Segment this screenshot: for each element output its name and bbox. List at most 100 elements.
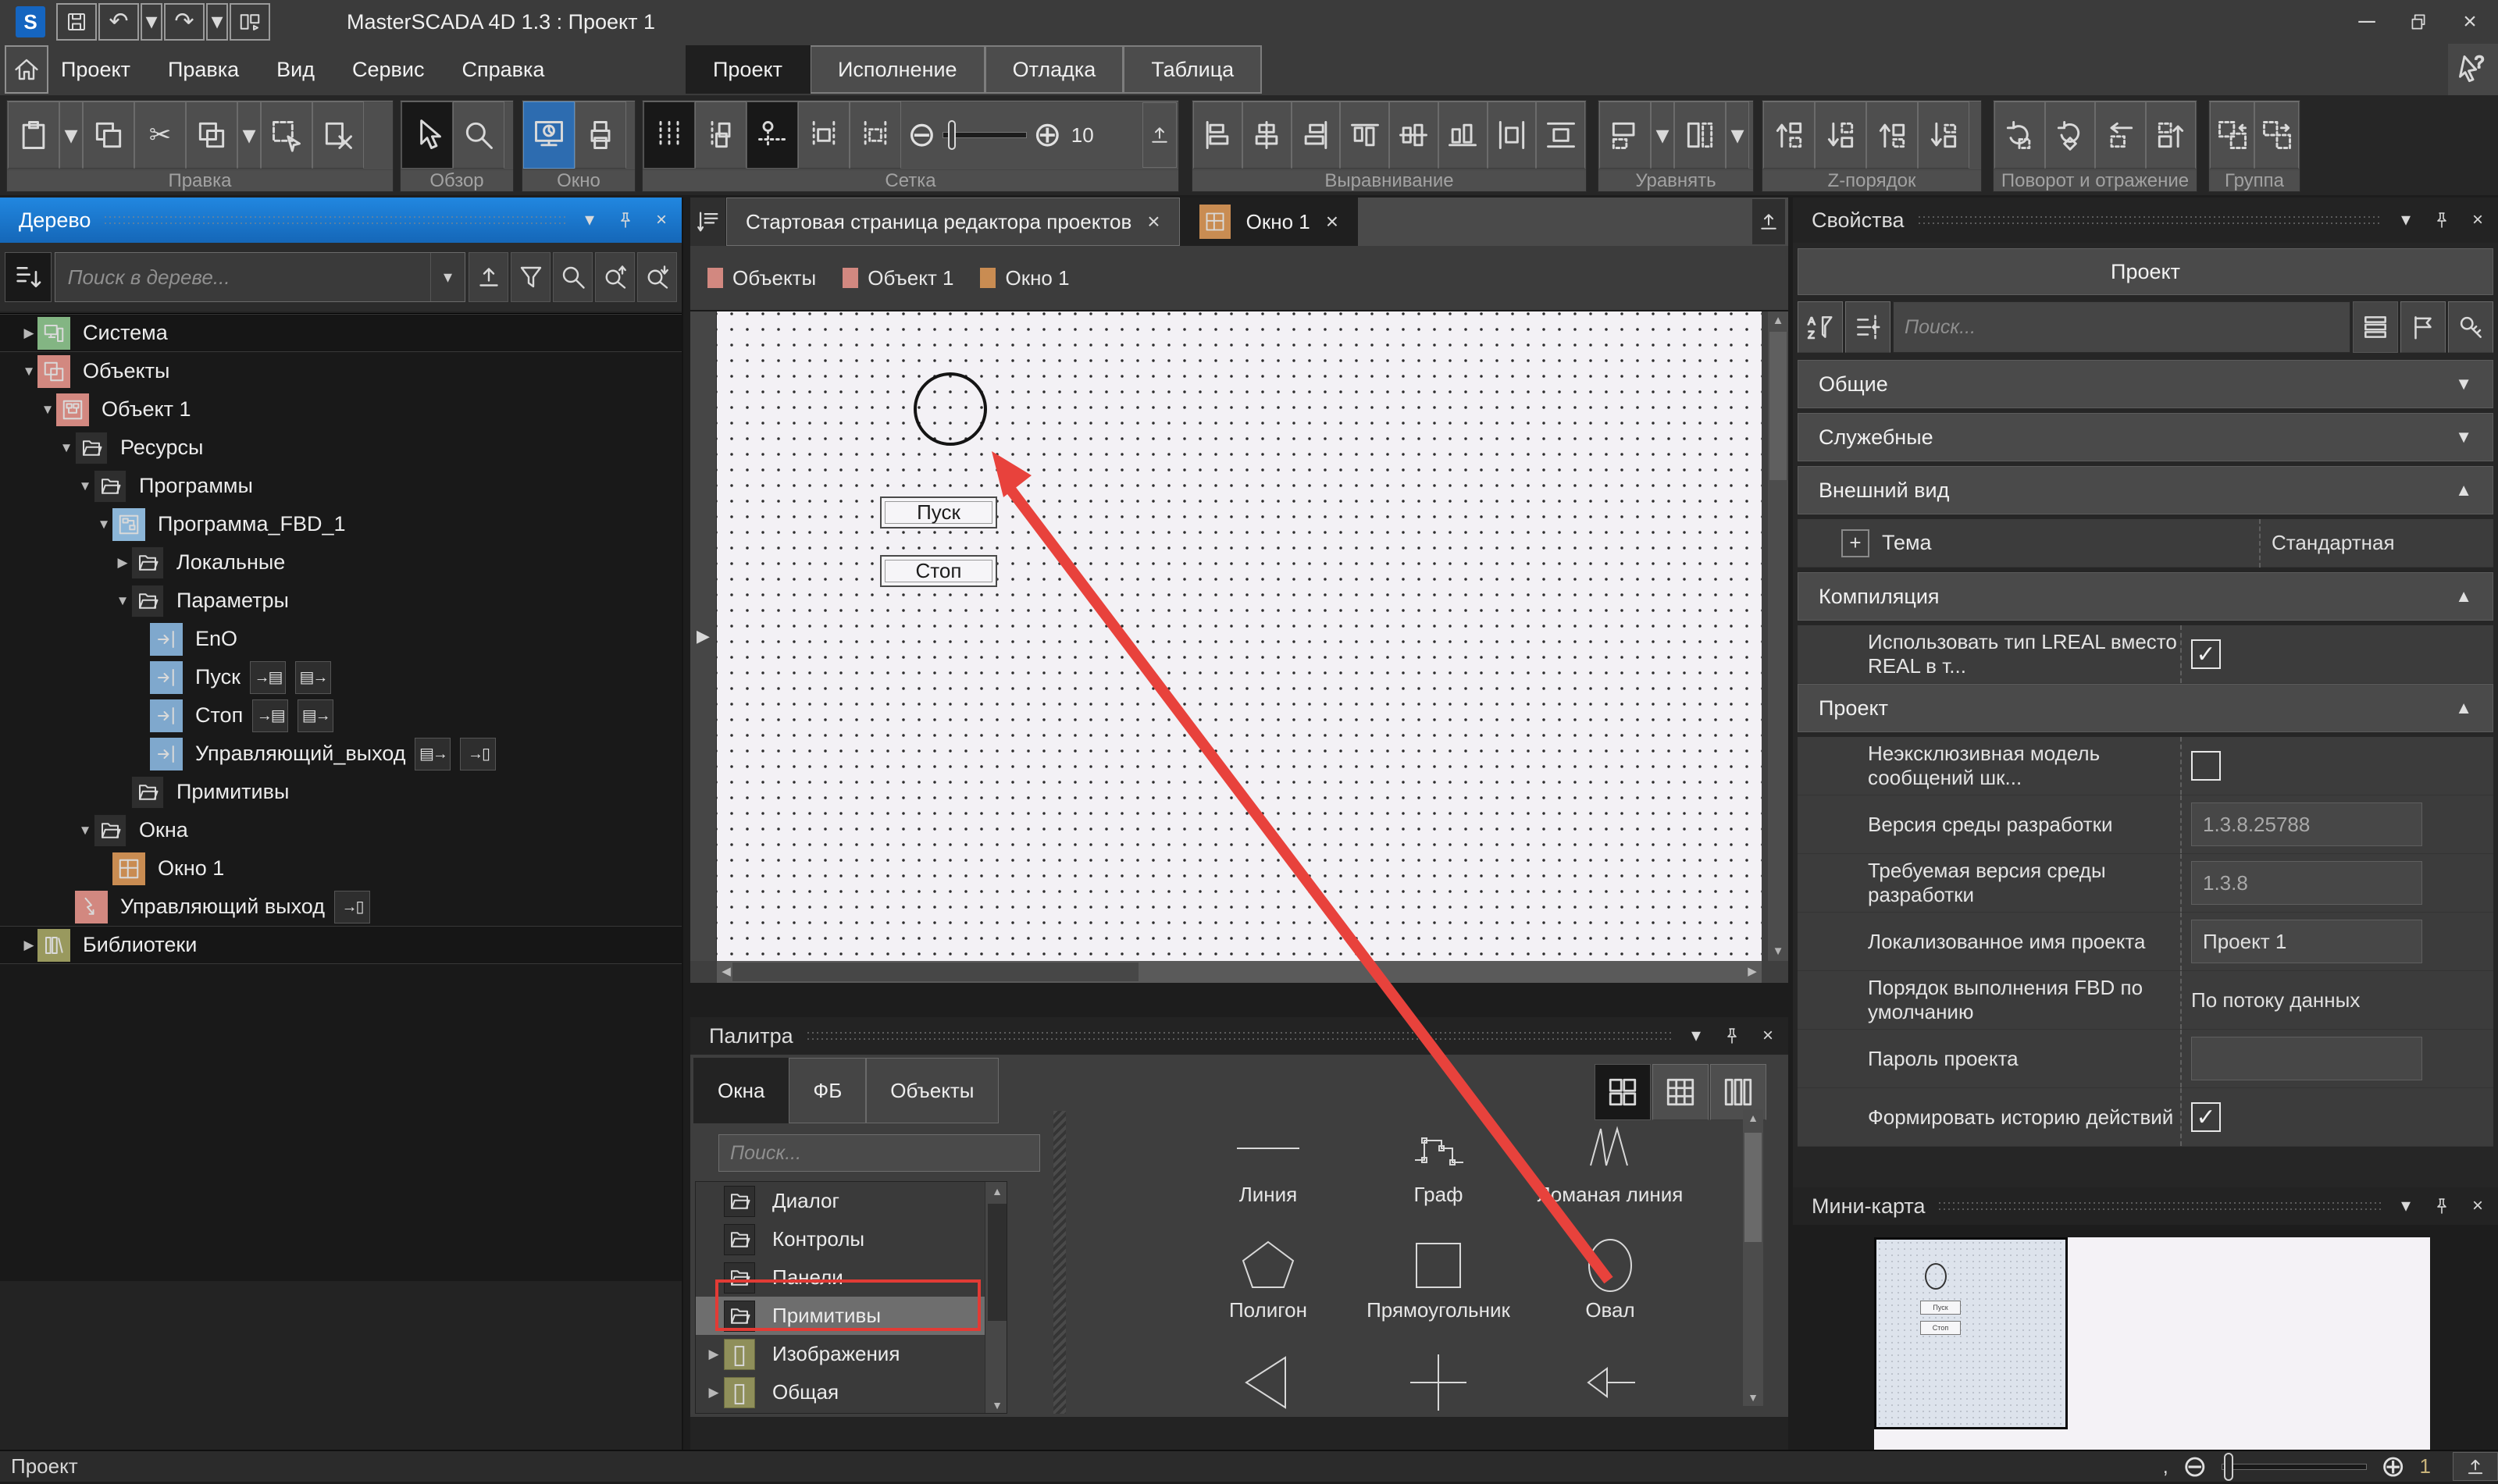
scroll-up-icon[interactable]: ▲: [1768, 311, 1788, 330]
grid-button[interactable]: [643, 101, 695, 169]
funnel-button[interactable]: [511, 252, 551, 302]
scroll-down-icon[interactable]: ▼: [1768, 942, 1788, 961]
zoom-button[interactable]: [453, 101, 504, 169]
expander-expanded-icon[interactable]: ▼: [77, 479, 94, 494]
tree-item-окна[interactable]: ▼Окна: [0, 811, 682, 849]
zoom-in-icon[interactable]: ⊕: [1033, 118, 1062, 152]
expander-expanded-icon[interactable]: ▼: [58, 440, 75, 456]
tree-item-система[interactable]: ▶Система: [0, 314, 682, 352]
properties-search-input[interactable]: [1894, 316, 2350, 339]
snap-grid-button[interactable]: [695, 101, 747, 169]
delete-button[interactable]: [312, 101, 364, 169]
tree-item-управляющий-выход[interactable]: Управляющий выход→▯: [0, 888, 682, 926]
zoom-out-icon[interactable]: ⊖: [907, 118, 936, 152]
zoom-slider[interactable]: [2222, 1464, 2367, 1470]
palette-category-примитивы[interactable]: Примитивы: [696, 1297, 1007, 1335]
checkbox-checked[interactable]: ✓: [2191, 639, 2221, 669]
pin-icon[interactable]: [2432, 211, 2451, 230]
menu-вид[interactable]: Вид: [276, 58, 315, 82]
align-bottom-button[interactable]: [1438, 101, 1488, 169]
bind-out-icon[interactable]: ▤→: [298, 699, 333, 732]
canvas-start-button[interactable]: Пуск: [880, 496, 997, 528]
palette-shape-rect[interactable]: Прямоугольник: [1352, 1233, 1524, 1322]
close-button[interactable]: ×: [2450, 3, 2490, 41]
expand-small-button[interactable]: ▾: [141, 3, 162, 41]
close-tab-icon[interactable]: ×: [1326, 209, 1338, 234]
bring-forward-button[interactable]: [1866, 101, 1918, 169]
expander-expanded-icon[interactable]: ▼: [77, 823, 94, 838]
tree-item-окно-1[interactable]: Окно 1: [0, 849, 682, 888]
close-icon[interactable]: ×: [2468, 1197, 2487, 1215]
expander-expanded-icon[interactable]: ▼: [20, 364, 37, 379]
breadcrumb-item-объекты[interactable]: Объекты: [707, 266, 816, 290]
prop-field[interactable]: Проект 1: [2191, 920, 2422, 963]
flag-button[interactable]: [2400, 301, 2446, 353]
close-icon[interactable]: ×: [1759, 1027, 1777, 1045]
tree-item-объекты[interactable]: ▼Объекты: [0, 352, 682, 390]
tree-item-eno[interactable]: EnO: [0, 620, 682, 658]
palette-shape-arrow[interactable]: Стрелка: [1524, 1350, 1696, 1417]
prop-section-проект[interactable]: Проект▲: [1798, 684, 2493, 732]
menu-справка[interactable]: Справка: [461, 58, 544, 82]
scroll-thumb[interactable]: [1744, 1133, 1762, 1242]
grid-step-slider[interactable]: [943, 132, 1027, 138]
bind-in-icon[interactable]: →▤: [250, 661, 286, 694]
flip-h-button[interactable]: [2095, 101, 2146, 169]
scroll-thumb[interactable]: [732, 963, 1139, 981]
prop-dropdown-value[interactable]: По потоку данных: [2191, 988, 2360, 1012]
prop-section-общие[interactable]: Общие▼: [1798, 360, 2493, 408]
chev-down-icon[interactable]: ▾: [580, 211, 599, 230]
dock-layout-button[interactable]: [230, 3, 270, 41]
expand-small-button[interactable]: ▾: [59, 101, 83, 169]
send-backward-button[interactable]: [1918, 101, 1969, 169]
search-down-button[interactable]: [637, 252, 677, 302]
flip-v-button[interactable]: [2146, 101, 2197, 169]
minimap-panel-header[interactable]: Мини-карта ▾×: [1793, 1187, 2498, 1225]
rotate-cw-button[interactable]: [1994, 101, 2045, 169]
grid-step-slider-thumb[interactable]: [948, 120, 956, 150]
canvas-oval-shape[interactable]: [914, 372, 987, 446]
cut-button[interactable]: ✂: [134, 101, 186, 169]
chev-down-icon[interactable]: ▾: [1687, 1027, 1705, 1045]
tree-item-библиотеки[interactable]: ▶Библиотеки: [0, 926, 682, 964]
tab-overflow-button[interactable]: [1752, 199, 1785, 244]
expander-collapsed-icon[interactable]: ▶: [20, 326, 37, 341]
grid-expand-button[interactable]: [1142, 102, 1177, 168]
prop-field[interactable]: [2191, 1037, 2422, 1080]
expander-collapsed-icon[interactable]: ▶: [20, 938, 37, 953]
pin-icon[interactable]: [616, 211, 635, 230]
tree-panel-header[interactable]: Дерево ▾×: [0, 198, 682, 243]
scroll-down-icon[interactable]: ▼: [1743, 1389, 1763, 1406]
design-canvas[interactable]: Пуск Стоп: [717, 311, 1762, 961]
palette-tab-окна[interactable]: Окна: [693, 1058, 789, 1123]
palette-shape-line[interactable]: Линия: [1182, 1117, 1354, 1207]
tab-start-page[interactable]: Стартовая страница редактора проектов ×: [726, 198, 1180, 246]
tree-item-объект-1[interactable]: ▼Объект 1: [0, 390, 682, 429]
minimize-button[interactable]: ─: [2347, 3, 2387, 41]
palette-list-scrollbar[interactable]: ▲ ▼: [985, 1182, 1007, 1414]
expander-collapsed-icon[interactable]: ▶: [704, 1347, 724, 1362]
palette-shape-graph[interactable]: Граф: [1352, 1117, 1524, 1207]
expander-collapsed-icon[interactable]: ▶: [114, 555, 131, 571]
expand-small-button[interactable]: ▾: [237, 101, 261, 169]
palette-shape-polygon[interactable]: Полигон: [1182, 1233, 1354, 1322]
palette-splitter[interactable]: [1053, 1111, 1066, 1414]
undo-button[interactable]: ↶: [98, 3, 139, 41]
close-icon[interactable]: ×: [652, 211, 671, 230]
palette-shapes-scrollbar[interactable]: ▲ ▼: [1743, 1109, 1763, 1406]
ribbon-tab-исполнение[interactable]: Исполнение: [811, 45, 985, 94]
tree-sort-button[interactable]: [5, 252, 52, 302]
expand-plus-icon[interactable]: +: [1841, 529, 1869, 557]
collapse-button[interactable]: [469, 252, 508, 302]
prop-field[interactable]: 1.3.8.25788: [2191, 802, 2422, 846]
scroll-up-icon[interactable]: ▲: [985, 1182, 1007, 1201]
tree-item-локальные[interactable]: ▶Локальные: [0, 543, 682, 582]
save-button[interactable]: [56, 3, 97, 41]
pin-icon[interactable]: [1723, 1027, 1741, 1045]
palette-category-изображения[interactable]: ▶▯Изображения: [696, 1335, 1007, 1373]
ribbon-tab-отладка[interactable]: Отладка: [985, 45, 1124, 94]
select-region-button[interactable]: [261, 101, 312, 169]
chev-down-icon[interactable]: ▾: [2396, 1197, 2415, 1215]
context-help-button[interactable]: ?: [2448, 44, 2498, 95]
same-height-button[interactable]: [1674, 101, 1726, 169]
